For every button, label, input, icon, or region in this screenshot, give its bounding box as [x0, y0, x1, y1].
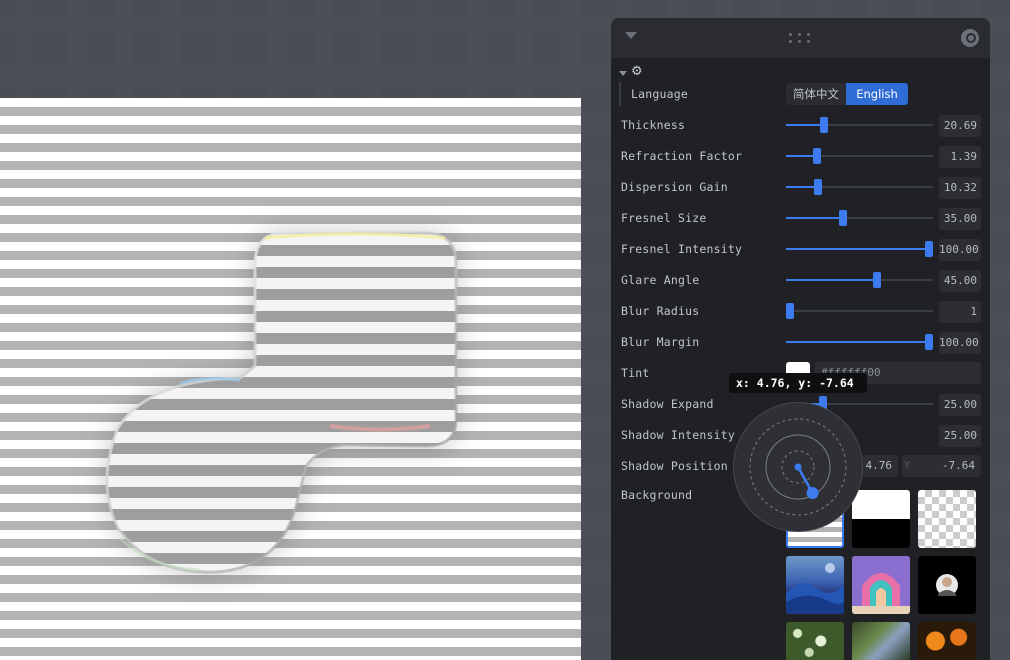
background-option-garden-image[interactable] — [852, 622, 910, 660]
glare-angle-slider[interactable] — [786, 271, 933, 289]
shadow-expand-value[interactable]: 25.00 — [939, 394, 981, 416]
dispersion-slider[interactable] — [786, 178, 933, 196]
folder-caret-icon — [619, 71, 627, 76]
language-toggle[interactable]: 简体中文 English — [786, 83, 908, 105]
background-option-checkerboard[interactable] — [918, 490, 976, 548]
slider-thumb[interactable] — [820, 117, 829, 133]
blur-radius-value[interactable]: 1 — [939, 301, 981, 323]
background-option-waves-image[interactable] — [786, 556, 844, 614]
thickness-label: Thickness — [621, 118, 686, 132]
slider-thumb[interactable] — [925, 241, 933, 257]
shadow-position-y-input[interactable]: -7.64 — [902, 455, 981, 477]
blur-margin-value[interactable]: 100.00 — [939, 332, 981, 354]
refraction-value[interactable]: 1.39 — [939, 146, 981, 168]
portrait-image-art — [936, 574, 958, 596]
arches-image-art — [852, 556, 910, 614]
refraction-label: Refraction Factor — [621, 149, 743, 163]
background-option-arches-image[interactable] — [852, 556, 910, 614]
gear-icon: ⚙ — [631, 64, 643, 79]
thickness-slider[interactable] — [786, 116, 933, 134]
refraction-slider[interactable] — [786, 147, 933, 165]
tint-label: Tint — [621, 366, 650, 380]
waves-image-art — [786, 563, 844, 614]
language-option-chinese[interactable]: 简体中文 — [786, 83, 846, 105]
drag-handle-icon[interactable] — [789, 31, 813, 45]
glass-shape-preview — [105, 231, 458, 575]
fresnel-size-label: Fresnel Size — [621, 211, 707, 225]
shadow-position-label: Shadow Position — [621, 459, 728, 473]
shadow-intensity-label: Shadow Intensity — [621, 428, 735, 442]
blur-margin-label: Blur Margin — [621, 335, 700, 349]
background-option-orange-flowers-image[interactable] — [918, 622, 976, 660]
glare-angle-value[interactable]: 45.00 — [939, 270, 981, 292]
blur-radius-label: Blur Radius — [621, 304, 700, 318]
slider-thumb[interactable] — [839, 210, 848, 226]
render-canvas[interactable] — [0, 98, 581, 660]
shadow-intensity-value[interactable]: 25.00 — [939, 425, 981, 447]
slider-thumb[interactable] — [873, 272, 882, 288]
fresnel-intensity-label: Fresnel Intensity — [621, 242, 743, 256]
slider-thumb[interactable] — [925, 334, 933, 350]
glare-angle-label: Glare Angle — [621, 273, 700, 287]
fresnel-size-slider[interactable] — [786, 209, 933, 227]
slider-fill — [786, 341, 931, 343]
shadow-position-tooltip: x: 4.76, y: -7.64 — [729, 373, 867, 393]
collapse-panel-icon[interactable] — [625, 32, 637, 39]
pad-rings — [749, 418, 847, 516]
slider-fill — [786, 217, 844, 219]
slider-thumb[interactable] — [786, 303, 794, 319]
slider-fill — [786, 279, 878, 281]
shadow-expand-label: Shadow Expand — [621, 397, 714, 411]
slider-thumb[interactable] — [814, 179, 823, 195]
blur-radius-slider[interactable] — [786, 302, 933, 320]
language-label: Language — [631, 87, 688, 101]
fresnel-intensity-value[interactable]: 100.00 — [939, 239, 981, 261]
dispersion-label: Dispersion Gain — [621, 180, 728, 194]
shadow-position-pad[interactable] — [733, 402, 863, 532]
fresnel-intensity-slider[interactable] — [786, 240, 933, 258]
dispersion-value[interactable]: 10.32 — [939, 177, 981, 199]
background-option-flowers-image[interactable] — [786, 622, 844, 660]
slider-fill — [786, 124, 825, 126]
panel-header — [611, 18, 990, 58]
pad-center-dot — [794, 463, 802, 471]
background-option-portrait-image[interactable] — [918, 556, 976, 614]
blur-margin-slider[interactable] — [786, 333, 933, 351]
thickness-value[interactable]: 20.69 — [939, 115, 981, 137]
slider-thumb[interactable] — [812, 148, 821, 164]
y-axis-prefix: Y — [904, 460, 911, 471]
fresnel-size-value[interactable]: 35.00 — [939, 208, 981, 230]
language-row-indicator — [619, 82, 621, 106]
language-option-english[interactable]: English — [846, 83, 908, 105]
background-label: Background — [621, 488, 693, 502]
slider-fill — [786, 248, 931, 250]
slider-track — [786, 310, 933, 312]
pad-handle[interactable] — [806, 486, 819, 499]
search-icon[interactable] — [961, 29, 979, 47]
